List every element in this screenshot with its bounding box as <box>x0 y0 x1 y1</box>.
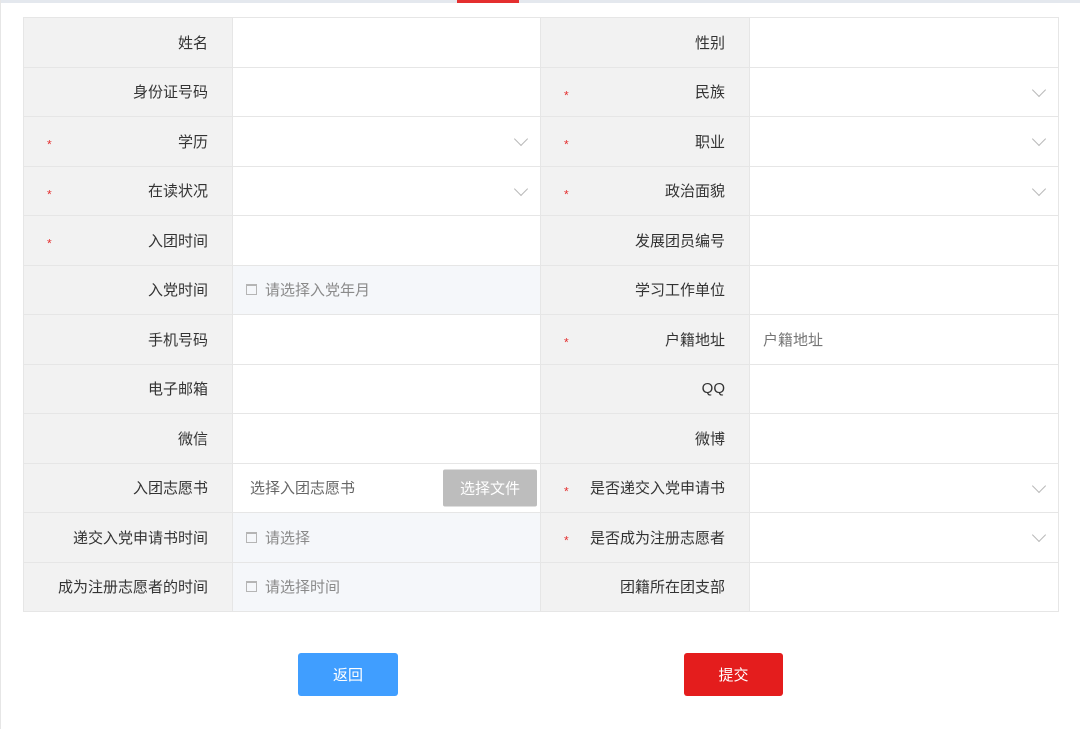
form-row: 姓名 性别 <box>23 17 1059 68</box>
form-row: 微信 微博 <box>23 413 1059 464</box>
form-row: 入团志愿书 选择入团志愿书 选择文件 * 是否递交入党申请书 <box>23 462 1059 513</box>
label-name: 姓名 <box>23 17 233 68</box>
chevron-down-icon <box>513 181 529 196</box>
label-phone: 手机号码 <box>23 314 233 365</box>
label-household-address: * 户籍地址 <box>540 314 750 365</box>
political-status-select[interactable] <box>749 165 1059 216</box>
name-field[interactable] <box>232 17 541 68</box>
wechat-input[interactable] <box>232 413 541 464</box>
chevron-down-icon <box>513 132 529 147</box>
chevron-down-icon <box>1031 528 1047 543</box>
school-status-select[interactable] <box>232 165 541 216</box>
gender-field[interactable] <box>749 17 1059 68</box>
required-mark: * <box>47 187 52 202</box>
required-mark: * <box>564 533 569 548</box>
calendar-icon <box>246 531 257 543</box>
label-occupation: * 职业 <box>540 116 750 167</box>
league-application-upload[interactable]: 选择入团志愿书 选择文件 <box>232 462 541 513</box>
email-input[interactable] <box>232 363 541 414</box>
label-league-application: 入团志愿书 <box>23 462 233 513</box>
household-address-input[interactable]: 户籍地址 <box>749 314 1059 365</box>
label-party-application-time: 递交入党申请书时间 <box>23 512 233 563</box>
form-row: 入党时间 请选择入党年月 学习工作单位 <box>23 264 1059 315</box>
label-wechat: 微信 <box>23 413 233 464</box>
form-row: * 学历 * 职业 <box>23 116 1059 167</box>
label-party-join-time: 入党时间 <box>23 264 233 315</box>
left-border <box>0 0 1 729</box>
league-join-time-field[interactable] <box>232 215 541 266</box>
required-mark: * <box>564 484 569 499</box>
label-id-number: 身份证号码 <box>23 66 233 117</box>
work-unit-input[interactable] <box>749 264 1059 315</box>
label-branch: 团籍所在团支部 <box>540 561 750 612</box>
form-row: * 入团时间 发展团员编号 <box>23 215 1059 266</box>
form-row: 成为注册志愿者的时间 请选择时间 团籍所在团支部 <box>23 561 1059 612</box>
required-mark: * <box>564 137 569 152</box>
id-number-input[interactable] <box>232 66 541 117</box>
occupation-select[interactable] <box>749 116 1059 167</box>
submit-button[interactable]: 提交 <box>684 653 783 696</box>
label-ethnicity: * 民族 <box>540 66 750 117</box>
submitted-party-application-select[interactable] <box>749 462 1059 513</box>
label-political-status: * 政治面貌 <box>540 165 750 216</box>
label-gender: 性别 <box>540 17 750 68</box>
required-mark: * <box>564 335 569 350</box>
active-tab-indicator <box>457 0 519 3</box>
chevron-down-icon <box>1031 132 1047 147</box>
form-row: 电子邮箱 QQ <box>23 363 1059 414</box>
member-info-form: 姓名 性别 身份证号码 * 民族 * 学历 * 职业 * 在读状况 * 政治面貌 * 入团时… <box>23 17 1059 612</box>
branch-field[interactable] <box>749 561 1059 612</box>
required-mark: * <box>47 137 52 152</box>
label-member-number: 发展团员编号 <box>540 215 750 266</box>
phone-input[interactable] <box>232 314 541 365</box>
volunteer-time-picker[interactable]: 请选择时间 <box>232 561 541 612</box>
label-volunteer-time: 成为注册志愿者的时间 <box>23 561 233 612</box>
member-number-field[interactable] <box>749 215 1059 266</box>
form-row: 递交入党申请书时间 请选择 * 是否成为注册志愿者 <box>23 512 1059 563</box>
required-mark: * <box>564 187 569 202</box>
label-school-status: * 在读状况 <box>23 165 233 216</box>
label-submitted-party-application: * 是否递交入党申请书 <box>540 462 750 513</box>
chevron-down-icon <box>1031 478 1047 493</box>
calendar-icon <box>246 581 257 593</box>
label-registered-volunteer: * 是否成为注册志愿者 <box>540 512 750 563</box>
label-education: * 学历 <box>23 116 233 167</box>
top-border <box>0 0 1080 3</box>
calendar-icon <box>246 284 257 296</box>
chevron-down-icon <box>1031 82 1047 97</box>
label-email: 电子邮箱 <box>23 363 233 414</box>
party-join-time-picker[interactable]: 请选择入党年月 <box>232 264 541 315</box>
form-row: * 在读状况 * 政治面貌 <box>23 165 1059 216</box>
chevron-down-icon <box>1031 181 1047 196</box>
label-league-join-time: * 入团时间 <box>23 215 233 266</box>
label-work-unit: 学习工作单位 <box>540 264 750 315</box>
back-button[interactable]: 返回 <box>298 653 398 696</box>
choose-file-button[interactable]: 选择文件 <box>443 469 537 507</box>
registered-volunteer-select[interactable] <box>749 512 1059 563</box>
weibo-input[interactable] <box>749 413 1059 464</box>
party-application-time-picker[interactable]: 请选择 <box>232 512 541 563</box>
form-row: 身份证号码 * 民族 <box>23 66 1059 117</box>
required-mark: * <box>47 236 52 251</box>
ethnicity-select[interactable] <box>749 66 1059 117</box>
form-row: 手机号码 * 户籍地址 户籍地址 <box>23 314 1059 365</box>
label-qq: QQ <box>540 363 750 414</box>
required-mark: * <box>564 88 569 103</box>
label-weibo: 微博 <box>540 413 750 464</box>
qq-input[interactable] <box>749 363 1059 414</box>
education-select[interactable] <box>232 116 541 167</box>
